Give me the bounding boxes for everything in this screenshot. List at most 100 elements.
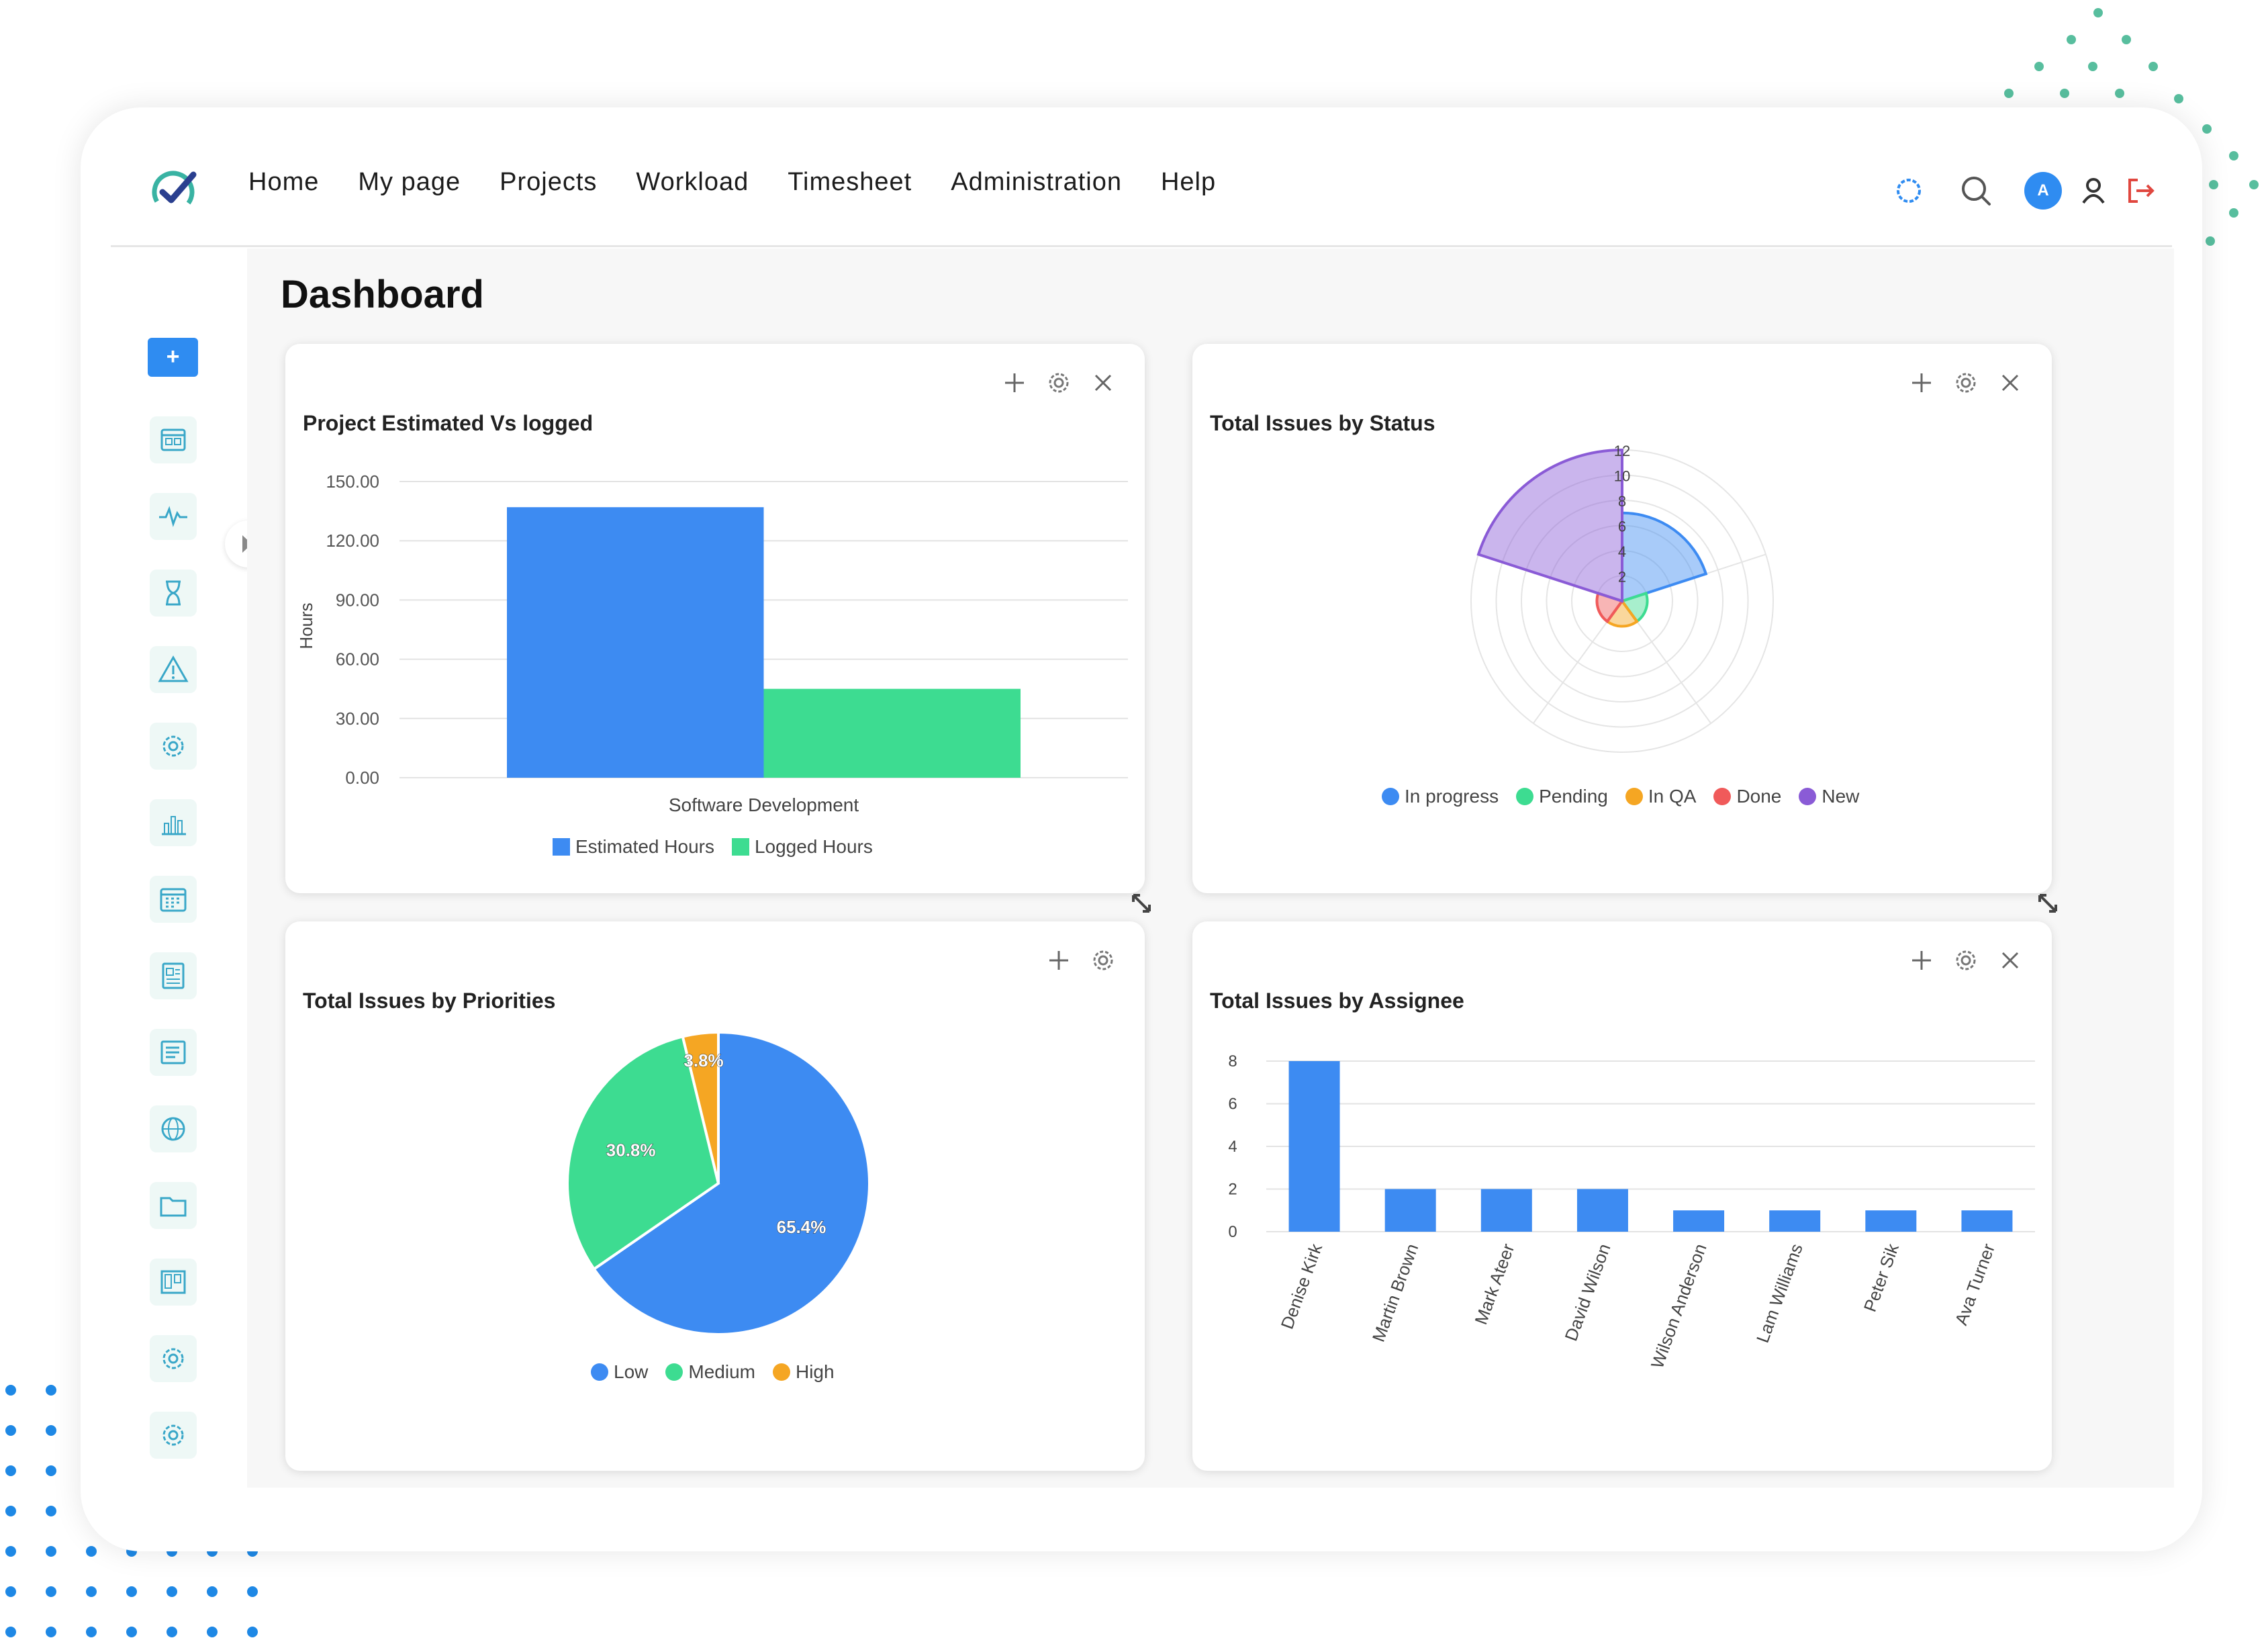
bar-peter-sik <box>1865 1210 1917 1232</box>
calendar-icon <box>160 428 186 451</box>
sidebar-item[interactable] <box>150 723 197 770</box>
issues-by-priorities-chart: 65.4% 30.8% 3.8% <box>566 1030 871 1336</box>
document-icon <box>162 962 185 989</box>
sidebar-item[interactable] <box>150 799 197 846</box>
sidebar-item[interactable] <box>150 493 197 540</box>
polar-segment-new <box>1476 448 1623 603</box>
sidebar-item[interactable] <box>150 646 197 693</box>
legend-item[interactable]: Medium <box>665 1361 755 1383</box>
nav-timesheet[interactable]: Timesheet <box>788 168 912 197</box>
dot <box>247 1586 258 1597</box>
nav-help[interactable]: Help <box>1161 168 1216 197</box>
gear-icon <box>162 735 184 757</box>
dot <box>46 1465 56 1476</box>
search-icon[interactable] <box>1957 172 1995 210</box>
sidebar-item[interactable] <box>150 1182 197 1229</box>
nav-projects[interactable]: Projects <box>500 168 597 197</box>
legend-item[interactable]: New <box>1799 786 1859 807</box>
bar-mark-ateer <box>1480 1189 1532 1232</box>
dot <box>5 1425 16 1436</box>
y-tick-label: 30.00 <box>336 709 379 729</box>
dot <box>207 1586 218 1597</box>
legend-item[interactable]: Pending <box>1516 786 1608 807</box>
gear-icon <box>162 1424 184 1446</box>
dot <box>86 1627 97 1637</box>
dot <box>46 1546 56 1557</box>
legend-label: Pending <box>1539 786 1608 807</box>
dot <box>46 1586 56 1597</box>
nav-my-page[interactable]: My page <box>358 168 461 197</box>
logout-icon[interactable] <box>2122 172 2159 210</box>
sidebar-item[interactable] <box>150 1412 197 1459</box>
dot <box>2229 151 2238 161</box>
nav-administration[interactable]: Administration <box>951 168 1122 197</box>
legend-item[interactable]: In QA <box>1625 786 1697 807</box>
dot <box>247 1627 258 1637</box>
sidebar-item[interactable] <box>150 416 197 463</box>
legend-item[interactable]: Logged Hours <box>731 836 873 858</box>
dot <box>46 1506 56 1516</box>
globe-icon <box>161 1117 185 1141</box>
legend-swatch <box>553 838 570 856</box>
chart-legend: Estimated Hours Logged Hours <box>553 836 873 858</box>
legend-label: In QA <box>1648 786 1697 807</box>
dot <box>46 1385 56 1396</box>
main-nav: Home My page Projects Workload Timesheet… <box>248 168 1216 197</box>
dot <box>2122 35 2131 44</box>
avatar[interactable]: A <box>2024 172 2062 210</box>
theme-toggle-icon[interactable] <box>1890 172 1928 210</box>
bar-ava-turner <box>1961 1210 2013 1232</box>
sidebar-item[interactable] <box>150 1029 197 1076</box>
sidebar-item[interactable] <box>150 1335 197 1382</box>
dot <box>2206 236 2215 246</box>
gear-icon <box>162 1348 184 1369</box>
legend-item[interactable]: Low <box>591 1361 648 1383</box>
legend-swatch <box>1625 788 1643 805</box>
add-widget-button[interactable]: + <box>148 338 198 377</box>
r-tick-label: 10 <box>1614 468 1630 485</box>
legend-item[interactable]: Estimated Hours <box>553 836 714 858</box>
legend-item[interactable]: In progress <box>1382 786 1499 807</box>
sidebar-item[interactable] <box>150 570 197 617</box>
legend-swatch <box>1799 788 1817 805</box>
y-tick-label: 150.00 <box>326 471 379 492</box>
legend-item[interactable]: Done <box>1713 786 1781 807</box>
dot <box>2088 62 2097 71</box>
user-icon[interactable] <box>2075 172 2112 210</box>
y-tick-label: 4 <box>1228 1138 1237 1156</box>
resize-handle-icon[interactable] <box>2034 890 2061 917</box>
nav-home[interactable]: Home <box>248 168 319 197</box>
issues-by-status-chart: 12 10 8 6 4 2 <box>1470 443 1774 753</box>
dot <box>46 1627 56 1637</box>
app-logo-icon[interactable] <box>148 164 201 218</box>
sidebar-item[interactable] <box>150 952 197 999</box>
legend-item[interactable]: High <box>772 1361 835 1383</box>
card-issues-by-status: Total Issues by Status 12 10 8 6 4 2 In progr… <box>1192 344 2052 893</box>
calendar-grid-icon <box>160 888 187 912</box>
sidebar-item[interactable] <box>150 1105 197 1152</box>
board-icon <box>160 1270 186 1294</box>
dot <box>167 1627 177 1637</box>
resize-handle-icon[interactable] <box>1128 890 1155 917</box>
dot <box>2067 35 2076 44</box>
bar-logged-hours <box>763 688 1021 778</box>
legend-label: Done <box>1736 786 1782 807</box>
x-tick-label: Mark Ateer <box>1470 1240 1518 1327</box>
nav-workload[interactable]: Workload <box>636 168 749 197</box>
chart-legend: In progress Pending In QA Done New <box>1382 786 1859 807</box>
x-tick-label: Peter Sik <box>1860 1240 1903 1314</box>
dot <box>86 1546 97 1557</box>
r-tick-label: 8 <box>1618 493 1626 510</box>
sidebar-item[interactable] <box>150 876 197 923</box>
y-tick-label: 120.00 <box>326 531 379 551</box>
sidebar-item[interactable] <box>150 1259 197 1306</box>
bar-lam-williams <box>1769 1210 1821 1232</box>
dot <box>2202 124 2212 134</box>
bar-estimated-hours <box>507 507 764 778</box>
dot <box>5 1546 16 1557</box>
polar-segment-in-progress <box>1621 511 1708 603</box>
dot <box>2209 180 2218 189</box>
dot <box>5 1627 16 1637</box>
dot <box>2229 208 2238 218</box>
sidebar: + <box>111 248 245 1488</box>
